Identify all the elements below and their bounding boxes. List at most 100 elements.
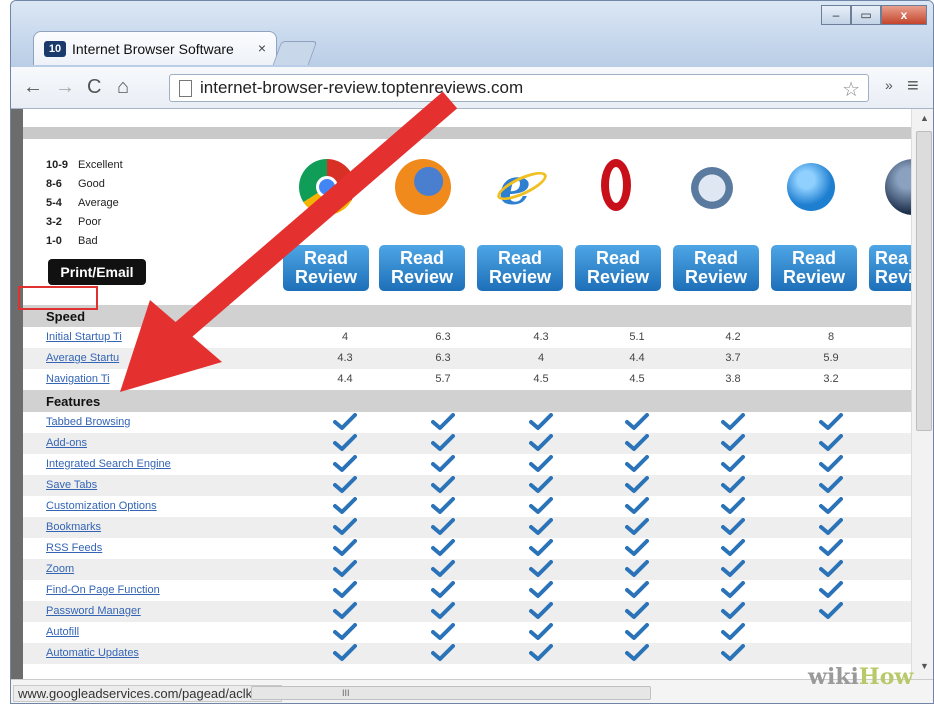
legend-item: 1-0 Bad	[46, 235, 98, 247]
new-tab-button[interactable]	[272, 41, 318, 65]
score-cell: 9.	[895, 331, 911, 343]
tab-close-icon[interactable]: ×	[258, 40, 266, 56]
row-label-link[interactable]: Automatic Updates	[46, 647, 139, 659]
checkmark-icon	[431, 413, 455, 431]
title-bar: 10 Internet Browser Software × – ▭ x	[11, 1, 933, 67]
page-icon	[179, 80, 192, 97]
score-cell: 11	[895, 373, 911, 385]
checkmark-icon	[529, 623, 553, 641]
checkmark-icon	[721, 644, 745, 662]
home-icon[interactable]: ⌂	[117, 76, 129, 99]
read-review-button[interactable]: ReaRevie	[869, 245, 911, 291]
read-review-button[interactable]: Read Review	[771, 245, 857, 291]
table-row: Find-On Page Function	[23, 580, 911, 601]
checkmark-icon	[431, 644, 455, 662]
table-row: Tabbed Browsing	[23, 412, 911, 433]
firefox-icon	[395, 159, 451, 215]
scrollbar-thumb[interactable]	[916, 131, 932, 431]
horizontal-scrollbar-thumb[interactable]: III	[251, 686, 651, 700]
safari-icon	[691, 167, 733, 209]
checkmark-icon	[333, 581, 357, 599]
checkmark-icon	[625, 434, 649, 452]
row-label-link[interactable]: Customization Options	[46, 500, 157, 512]
checkmark-icon	[431, 602, 455, 620]
row-label-link[interactable]: RSS Feeds	[46, 542, 102, 554]
row-label-link[interactable]: Integrated Search Engine	[46, 458, 171, 470]
checkmark-icon	[721, 476, 745, 494]
checkmark-icon	[529, 602, 553, 620]
row-label-link[interactable]: Average Startu	[46, 352, 119, 364]
checkmark-icon	[625, 518, 649, 536]
checkmark-icon	[333, 560, 357, 578]
checkmark-icon	[529, 455, 553, 473]
score-cell: 4.2	[725, 331, 741, 343]
row-label-link[interactable]: Find-On Page Function	[46, 584, 160, 596]
print-email-button[interactable]: Print/Email	[48, 259, 146, 285]
checkmark-icon	[431, 497, 455, 515]
internet-explorer-icon: e	[493, 159, 551, 215]
row-label-link[interactable]: Navigation Ti	[46, 373, 110, 385]
minimize-button[interactable]: –	[821, 5, 851, 25]
checkmark-icon	[529, 476, 553, 494]
checkmark-icon	[333, 476, 357, 494]
checkmark-icon	[333, 497, 357, 515]
checkmark-icon	[529, 644, 553, 662]
back-arrow-icon[interactable]: ←	[23, 76, 43, 99]
section-title: Speed	[46, 309, 86, 324]
score-cell: 3.8	[725, 373, 741, 385]
status-bar: www.googleadservices.com/pagead/aclk?s..…	[11, 679, 933, 703]
checkmark-icon	[819, 455, 843, 473]
score-cell: 6.3	[435, 331, 451, 343]
score-cell: 4.3	[337, 352, 353, 364]
window-controls: – ▭ x	[821, 5, 927, 25]
features-highlight-box	[18, 286, 98, 310]
row-label-link[interactable]: Tabbed Browsing	[46, 416, 130, 428]
score-cell: 5.1	[629, 331, 645, 343]
table-row: Password Manager	[23, 601, 911, 622]
table-row: RSS Feeds	[23, 538, 911, 559]
row-label-link[interactable]: Add-ons	[46, 437, 87, 449]
row-label-link[interactable]: Zoom	[46, 563, 74, 575]
checkmark-icon	[819, 497, 843, 515]
table-row: Zoom	[23, 559, 911, 580]
read-review-button[interactable]: Read Review	[379, 245, 465, 291]
table-row: Integrated Search Engine	[23, 454, 911, 475]
bookmark-star-icon[interactable]: ☆	[842, 77, 860, 102]
score-cell: 4.	[895, 352, 911, 364]
left-edge-strip	[11, 109, 23, 679]
read-review-button[interactable]: Read Review	[575, 245, 661, 291]
read-review-button[interactable]: Read Review	[673, 245, 759, 291]
browser-tab[interactable]: 10 Internet Browser Software ×	[33, 31, 277, 65]
checkmark-icon	[721, 434, 745, 452]
address-bar[interactable]: internet-browser-review.toptenreviews.co…	[169, 74, 869, 102]
menu-icon[interactable]: ≡	[907, 75, 919, 98]
checkmark-icon	[333, 518, 357, 536]
row-label-link[interactable]: Bookmarks	[46, 521, 101, 533]
checkmark-icon	[333, 644, 357, 662]
forward-arrow-icon[interactable]: →	[55, 76, 75, 99]
row-label-link[interactable]: Password Manager	[46, 605, 141, 617]
reload-icon[interactable]: C	[87, 76, 101, 99]
url-text[interactable]: internet-browser-review.toptenreviews.co…	[200, 78, 523, 98]
checkmark-icon	[819, 434, 843, 452]
scroll-down-arrow-icon[interactable]: ▼	[920, 661, 929, 671]
table-row: Initial Startup Ti 4 6.3 4.3 5.1 4.2 8 9.	[23, 327, 911, 348]
close-window-button[interactable]: x	[881, 5, 927, 25]
vertical-scrollbar[interactable]: ▲ ▼	[911, 109, 933, 679]
table-row: Navigation Ti 4.4 5.7 4.5 4.5 3.8 3.2 11	[23, 369, 911, 390]
checkmark-icon	[625, 602, 649, 620]
extensions-overflow-icon[interactable]: »	[885, 77, 893, 93]
score-cell: 4.3	[533, 331, 549, 343]
checkmark-icon	[625, 623, 649, 641]
scroll-up-arrow-icon[interactable]: ▲	[920, 113, 929, 123]
score-cell: 4	[537, 352, 545, 364]
row-label-link[interactable]: Autofill	[46, 626, 79, 638]
read-review-button[interactable]: Read Review	[477, 245, 563, 291]
rating-legend: 10-9 Excellent 8-6 Good 5-4 Average 3-2 Poor…	[46, 159, 123, 254]
row-label-link[interactable]: Initial Startup Ti	[46, 331, 122, 343]
browser-window: 10 Internet Browser Software × – ▭ x ← →…	[10, 0, 934, 704]
checkmark-icon	[333, 434, 357, 452]
row-label-link[interactable]: Save Tabs	[46, 479, 97, 491]
maximize-button[interactable]: ▭	[851, 5, 881, 25]
read-review-button[interactable]: Read Review	[283, 245, 369, 291]
